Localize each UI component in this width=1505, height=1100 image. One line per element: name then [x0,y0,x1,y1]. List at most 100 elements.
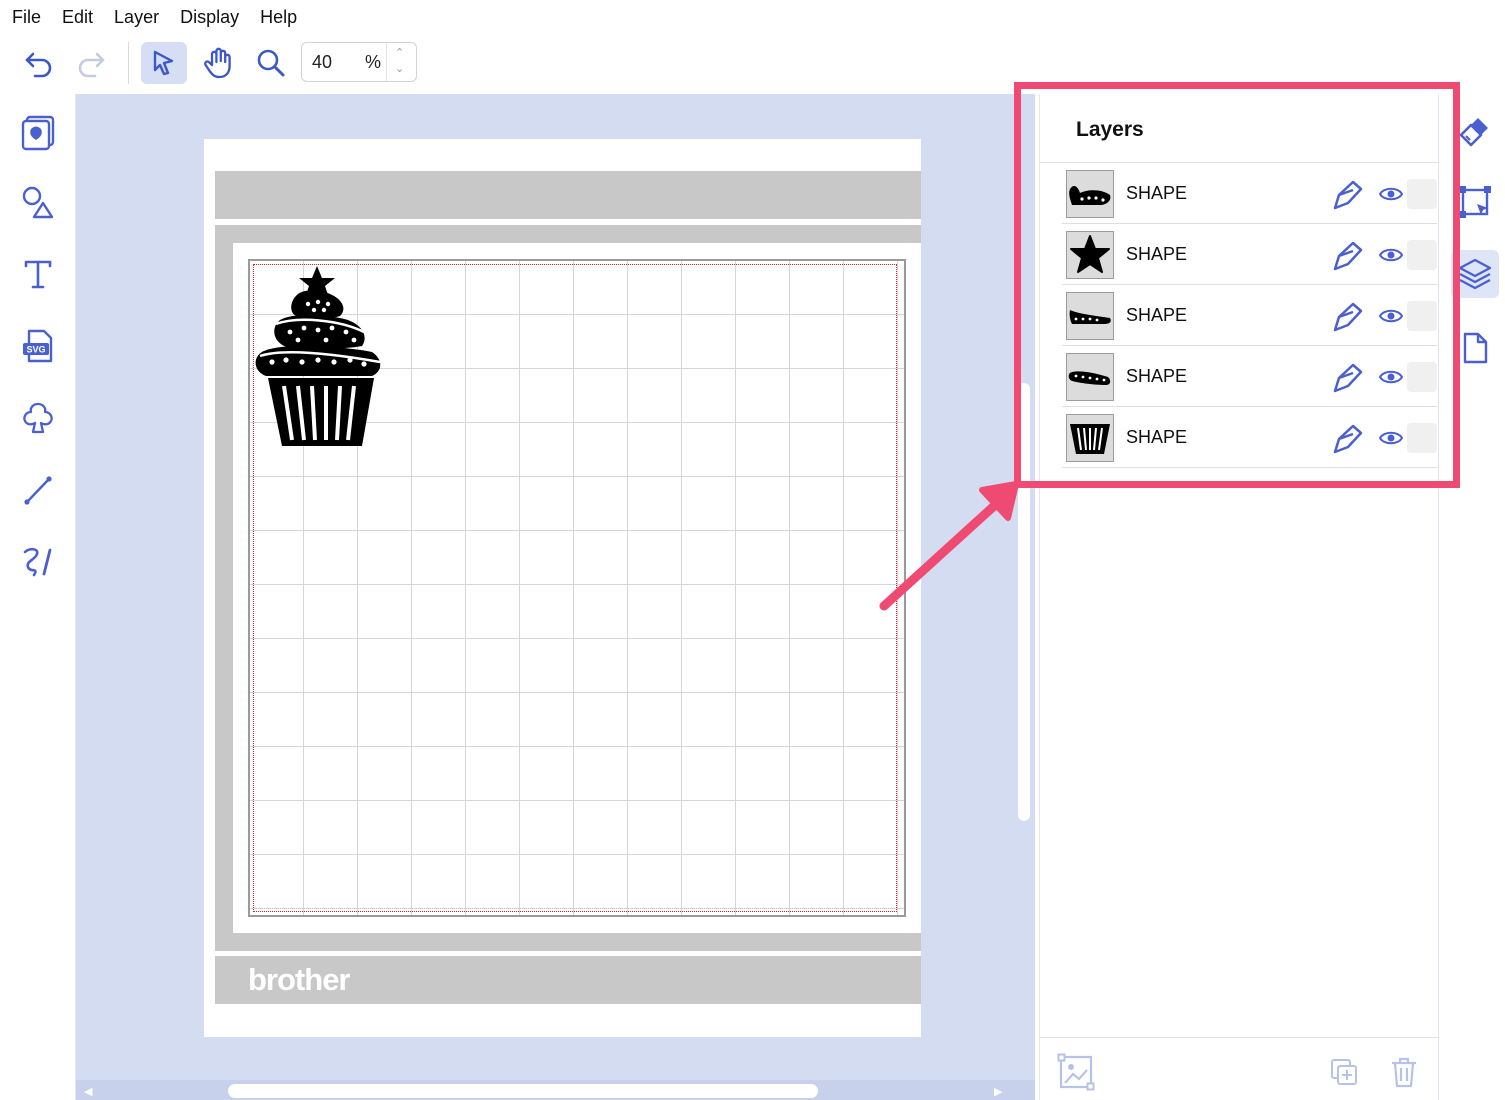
svg-import-icon: SVG [23,329,53,363]
zoom-unit: % [365,52,382,72]
text-tool-button[interactable] [16,252,60,296]
template-library-icon [21,115,55,151]
text-icon [24,260,52,289]
layer-thumbnail [1066,231,1114,279]
eye-icon [1379,187,1403,201]
pan-tool-button[interactable] [196,42,242,84]
visibility-toggle[interactable] [1376,240,1406,270]
menu-file[interactable]: File [12,0,41,34]
cut-pen-icon[interactable] [1329,299,1365,335]
cupcake-design[interactable] [254,264,386,454]
layer-row[interactable]: SHAPE [1062,224,1437,285]
freehand-tool-button[interactable] [16,540,60,584]
menu-edit[interactable]: Edit [62,0,93,34]
visibility-toggle[interactable] [1376,301,1406,331]
layers-panel: Layers SHAPE SHAPE SHAPE SHAPE SHAPE [1039,94,1439,1100]
menu-layer[interactable]: Layer [114,0,159,34]
layer-thumbnail [1066,292,1114,340]
delete-layer-button[interactable] [1384,1052,1424,1092]
line-tool-button[interactable] [16,468,60,512]
frosting-top-swirl-icon [1069,186,1111,205]
zoom-level-field[interactable]: 40 % ⌃ ⌄ [301,42,417,82]
redo-icon [78,52,105,78]
layer-lock-toggle[interactable] [1407,301,1437,331]
cut-pen-icon[interactable] [1329,360,1365,396]
shapes-icon [22,186,54,219]
eye-icon [1379,431,1403,445]
undo-button[interactable] [16,42,62,84]
layer-lock-toggle[interactable] [1407,240,1437,270]
layer-thumbnail [1066,170,1114,218]
menu-display[interactable]: Display [180,0,239,34]
cut-pen-icon[interactable] [1329,421,1365,457]
zoom-tool-button[interactable] [248,42,294,84]
transform-icon [1459,186,1491,218]
layer-name: SHAPE [1126,366,1188,386]
layer-row[interactable]: SHAPE [1062,163,1437,224]
add-image-button[interactable] [1056,1052,1096,1092]
visibility-toggle[interactable] [1376,179,1406,209]
scroll-left-icon[interactable]: ◀ [84,1085,92,1098]
template-library-button[interactable] [16,110,60,154]
layer-lock-toggle[interactable] [1407,179,1437,209]
layers-icon [1458,258,1492,290]
layers-panel-title: Layers [1076,118,1144,141]
trash-icon [1392,1057,1416,1088]
zoom-stepper[interactable]: ⌃ ⌄ [386,43,416,81]
zoom-down-icon[interactable]: ⌄ [395,62,404,75]
eye-icon [1379,248,1403,262]
scroll-right-icon[interactable]: ▶ [994,1085,1002,1098]
star-icon [1070,235,1110,273]
redo-button[interactable] [68,42,114,84]
page-button[interactable] [1451,324,1499,372]
line-icon [24,476,52,505]
left-tool-strip: SVG [0,94,76,1100]
zoom-value[interactable]: 40 [312,52,332,73]
brand-logo: brother [248,962,350,997]
layer-lock-toggle[interactable] [1407,362,1437,392]
duplicate-icon [1331,1059,1357,1085]
outline-tool-button[interactable] [16,396,60,440]
hand-pan-icon [204,47,231,79]
layer-row[interactable]: SHAPE [1062,285,1437,346]
toolbar: 40 % ⌃ ⌄ [0,34,1505,94]
layer-name: SHAPE [1126,305,1188,325]
right-tool-strip [1441,94,1505,1100]
layer-row[interactable]: SHAPE [1062,407,1437,468]
app-window: File Edit Layer Display Help 40 % ⌃ ⌄ SV… [0,0,1505,1100]
svg-import-button[interactable]: SVG [16,324,60,368]
cupcake-liner-icon [1070,424,1110,454]
visibility-toggle[interactable] [1376,423,1406,453]
paint-brush-button[interactable] [1451,108,1499,156]
cut-pen-icon[interactable] [1329,177,1365,213]
cut-pen-icon[interactable] [1329,238,1365,274]
layer-name: SHAPE [1126,427,1188,447]
transform-button[interactable] [1451,178,1499,226]
vertical-scroll-thumb[interactable] [1018,383,1030,821]
outline-icon [23,402,53,434]
panel-footer-divider [1040,1037,1438,1038]
layer-thumbnail [1066,353,1114,401]
frosting-bottom-swirl-icon [1068,371,1111,385]
menu-help[interactable]: Help [260,0,297,34]
layer-name: SHAPE [1126,183,1188,203]
undo-icon [25,52,52,78]
zoom-up-icon[interactable]: ⌃ [395,46,404,59]
select-tool-button[interactable] [141,42,187,84]
shapes-button[interactable] [16,180,60,224]
magnifier-icon [257,49,285,77]
pointer-select-icon [153,50,174,76]
design-canvas[interactable]: brother [76,94,1035,1100]
layer-name: SHAPE [1126,244,1188,264]
visibility-toggle[interactable] [1376,362,1406,392]
layers-button[interactable] [1451,250,1499,298]
freehand-icon [23,547,52,577]
horizontal-scroll-thumb[interactable] [228,1084,818,1098]
svg-text:SVG: SVG [26,345,45,355]
image-frame-icon [1057,1053,1095,1091]
toolbar-separator [128,42,129,84]
layer-lock-toggle[interactable] [1407,423,1437,453]
duplicate-layer-button[interactable] [1324,1052,1364,1092]
paint-brush-icon [1459,118,1488,147]
layer-row[interactable]: SHAPE [1062,346,1437,407]
